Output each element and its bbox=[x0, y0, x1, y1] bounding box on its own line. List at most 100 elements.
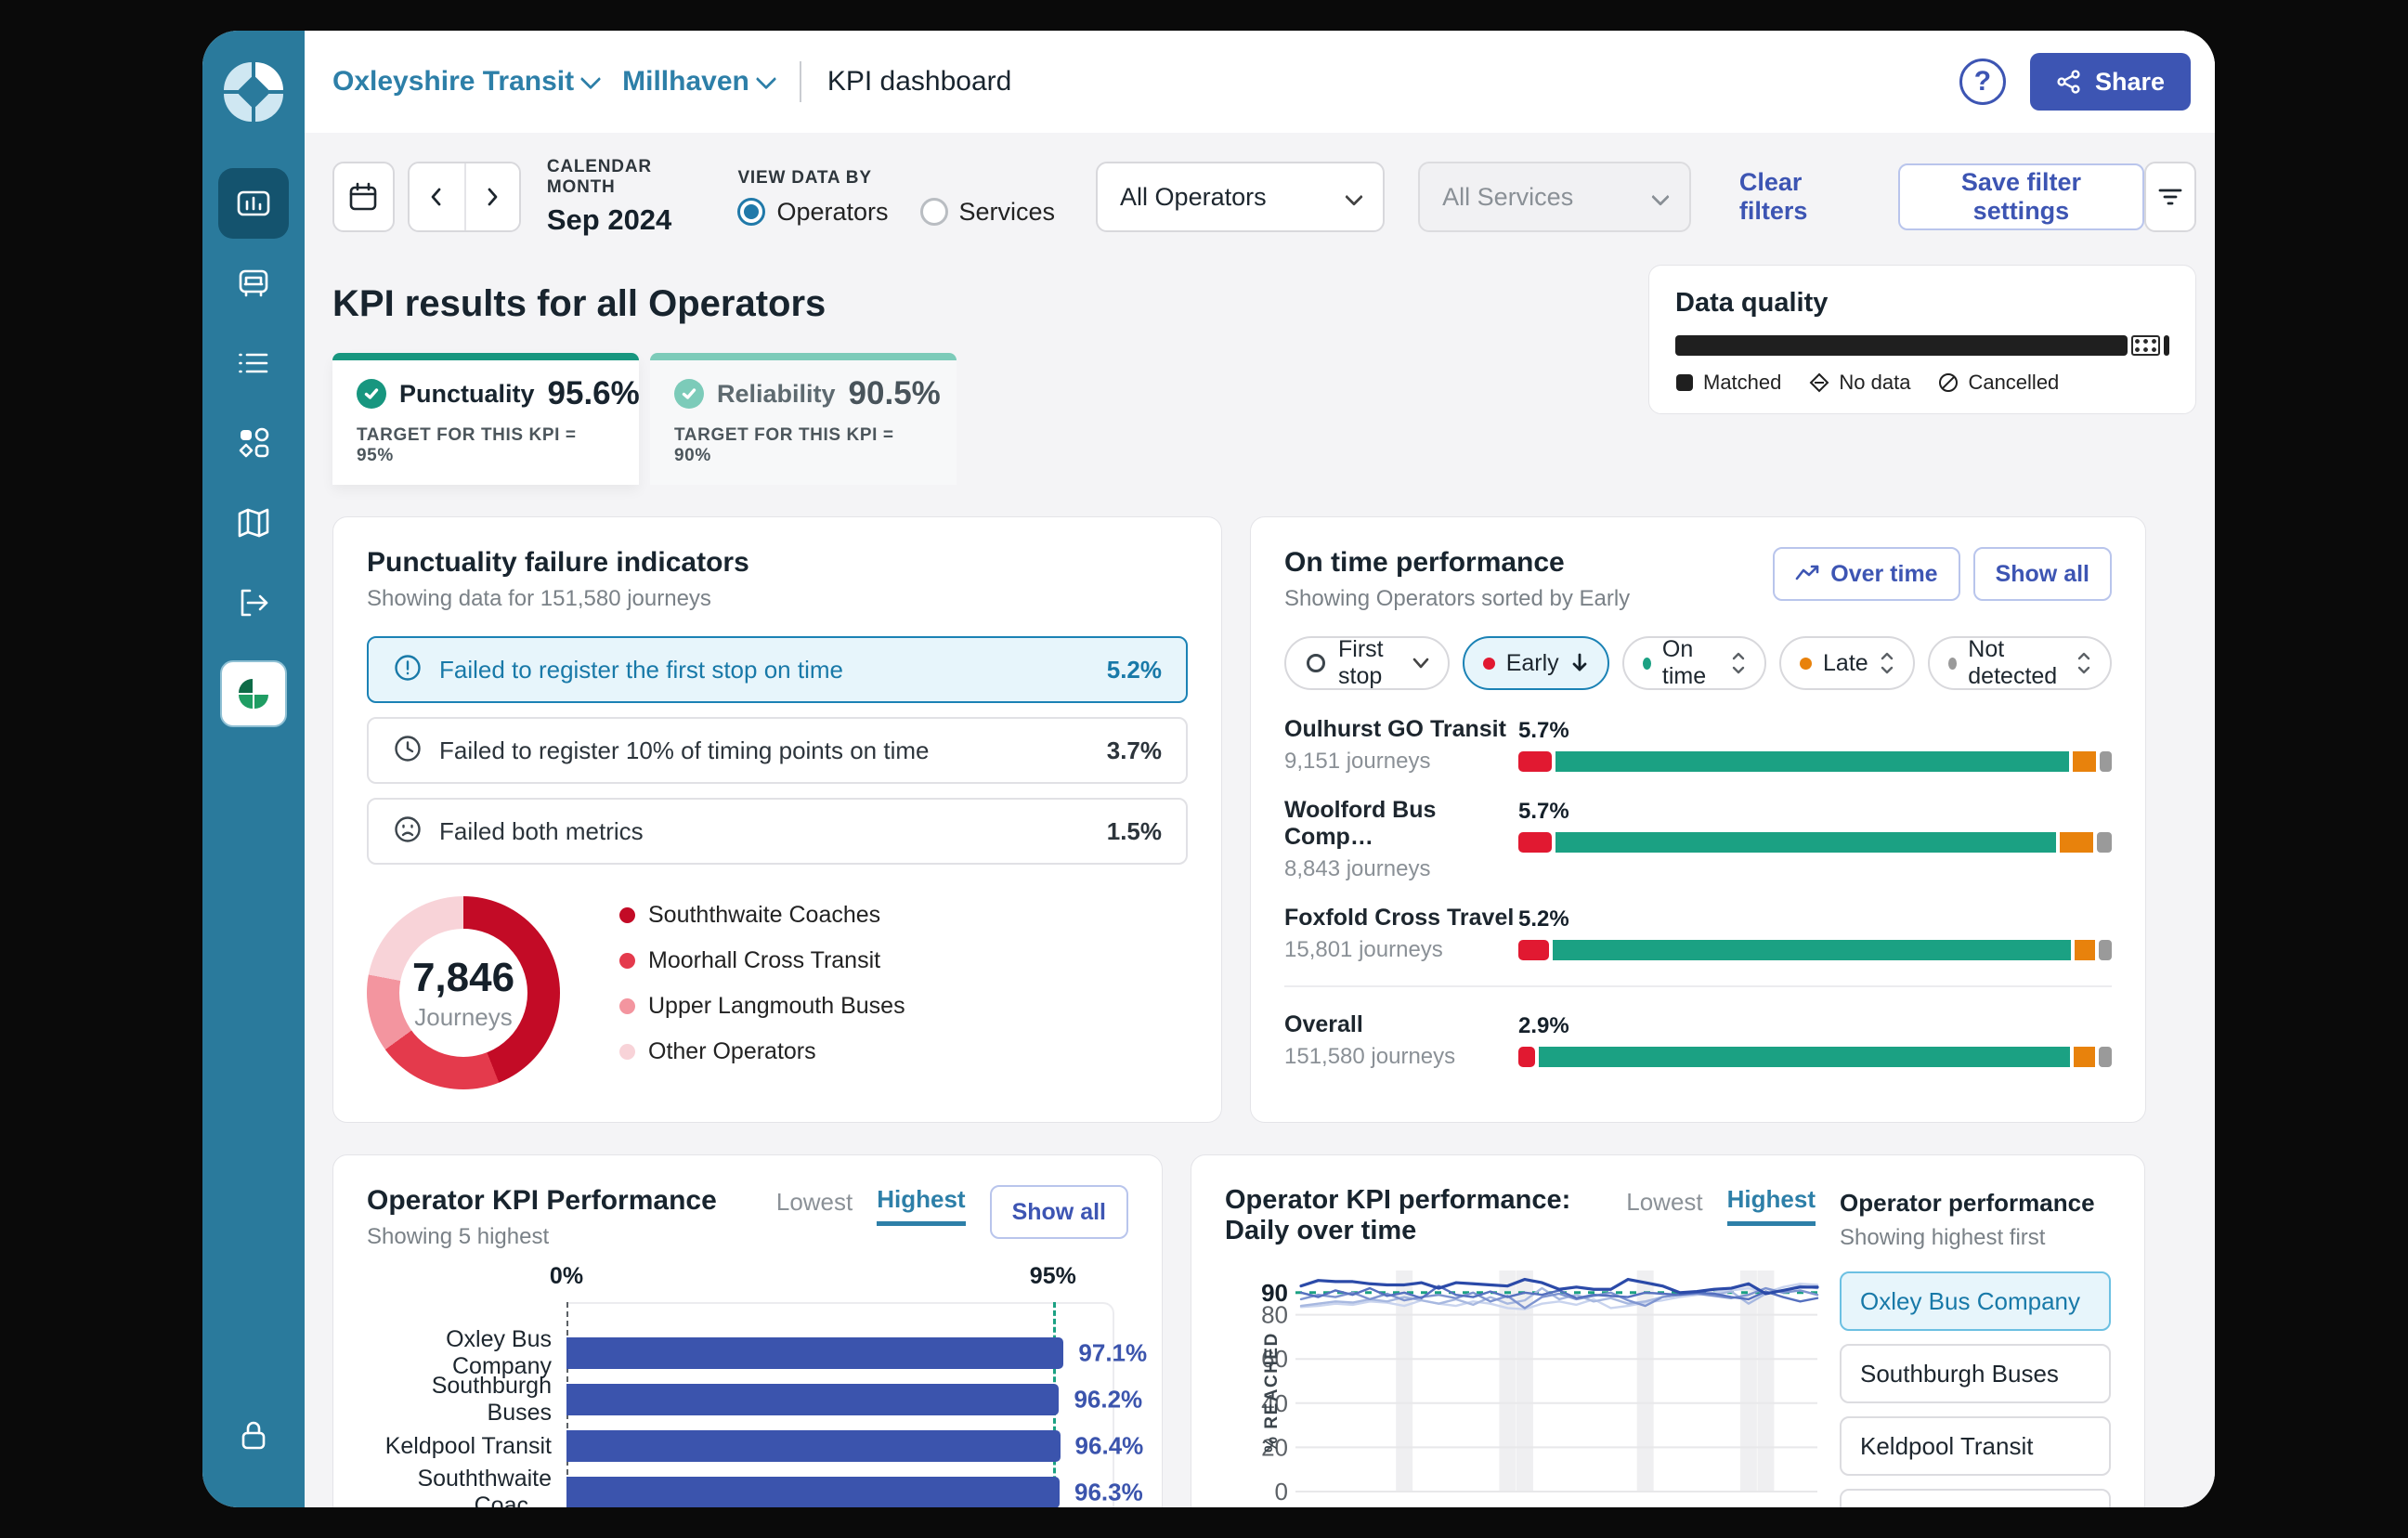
bar-segment-late bbox=[2075, 940, 2095, 960]
early-value: 5.2% bbox=[1518, 906, 2112, 932]
kpi-tabs: Punctuality 95.6% TARGET FOR THIS KPI = … bbox=[332, 353, 957, 485]
chip-on-time[interactable]: On time bbox=[1622, 636, 1766, 690]
failure-indicator-row[interactable]: Failed to register the first stop on tim… bbox=[367, 636, 1188, 703]
failure-indicator-row[interactable]: Failed both metrics1.5% bbox=[367, 798, 1188, 865]
operator-performance-title: Operator performance bbox=[1840, 1189, 2111, 1218]
tab-punctuality-label: Punctuality bbox=[399, 380, 535, 409]
failure-indicator-row[interactable]: Failed to register 10% of timing points … bbox=[367, 717, 1188, 784]
sidebar-item-lock[interactable] bbox=[218, 1400, 289, 1470]
failure-row-value: 1.5% bbox=[1107, 817, 1162, 846]
breadcrumb-area[interactable]: Millhaven bbox=[622, 66, 774, 98]
sidebar-item-categories[interactable] bbox=[218, 408, 289, 478]
chip-label: On time bbox=[1662, 636, 1720, 690]
sidebar bbox=[202, 31, 305, 1507]
bar-segment-on-time bbox=[1539, 1047, 2070, 1067]
ontime-show-all-button[interactable]: Show all bbox=[1973, 547, 2112, 601]
lock-icon bbox=[235, 1416, 272, 1453]
legend-dot-icon bbox=[619, 907, 635, 923]
operator-list-item[interactable]: Oxley Bus Company bbox=[1840, 1271, 2111, 1331]
filter-settings-button[interactable] bbox=[2144, 162, 2196, 232]
no-data-icon bbox=[1809, 372, 1829, 393]
share-button[interactable]: Share bbox=[2030, 53, 2191, 111]
calendar-month-label: CALENDAR MONTH bbox=[547, 157, 703, 198]
legend-cancelled: Cancelled bbox=[1938, 371, 2059, 395]
calendar-button[interactable] bbox=[332, 162, 395, 232]
failure-rows: Failed to register the first stop on tim… bbox=[367, 636, 1188, 865]
sidebar-item-dashboard[interactable] bbox=[218, 168, 289, 239]
chip-first-stop[interactable]: First stop bbox=[1284, 636, 1450, 690]
chip-late[interactable]: Late bbox=[1779, 636, 1915, 690]
x-tick-dow: We bbox=[1560, 1505, 1594, 1507]
sidebar-item-list[interactable] bbox=[218, 328, 289, 398]
operators-dropdown-value: All Operators bbox=[1120, 183, 1267, 212]
next-month-button[interactable] bbox=[464, 163, 519, 230]
over-time-label: Over time bbox=[1830, 561, 1937, 588]
help-button[interactable]: ? bbox=[1959, 59, 2006, 105]
toggle-highest[interactable]: Highest bbox=[1727, 1185, 1816, 1226]
failure-card-title: Punctuality failure indicators bbox=[367, 547, 1188, 579]
failure-row-label: Failed to register the first stop on tim… bbox=[439, 656, 843, 684]
dq-segment-no-data bbox=[2131, 335, 2159, 356]
breadcrumb-area-label: Millhaven bbox=[622, 66, 749, 98]
chip-early[interactable]: Early bbox=[1463, 636, 1609, 690]
chip-not-detected[interactable]: Not detected bbox=[1928, 636, 2112, 690]
divider bbox=[1284, 985, 2112, 987]
operator-journeys: 9,151 journeys bbox=[1284, 749, 1518, 775]
clear-filters-link[interactable]: Clear filters bbox=[1739, 168, 1859, 226]
ring-icon bbox=[1305, 652, 1327, 674]
chevron-down-icon bbox=[1412, 658, 1429, 669]
sort-updown-icon bbox=[1731, 651, 1746, 675]
sort-down-icon bbox=[1570, 653, 1589, 673]
tab-reliability[interactable]: Reliability 90.5% TARGET FOR THIS KPI = … bbox=[650, 353, 957, 485]
operators-dropdown[interactable]: All Operators bbox=[1096, 162, 1385, 232]
over-time-button[interactable]: Over time bbox=[1773, 547, 1959, 601]
operator-list-item[interactable]: Souththwaite Coaches bbox=[1840, 1489, 2111, 1507]
operator-name: Foxfold Cross Travel bbox=[1284, 905, 1518, 932]
operator-journeys: 151,580 journeys bbox=[1284, 1044, 1518, 1070]
tab-punctuality-value: 95.6% bbox=[548, 375, 640, 412]
ontime-operator-row: Woolford Bus Comp…8,843 journeys5.7% bbox=[1284, 797, 2112, 882]
services-dropdown-value: All Services bbox=[1442, 183, 1573, 212]
calendar-icon bbox=[346, 180, 380, 214]
operator-journeys: 15,801 journeys bbox=[1284, 937, 1518, 963]
status-dot-icon bbox=[1948, 658, 1958, 670]
bar-segment-not-detected bbox=[2100, 751, 2112, 772]
sidebar-item-logout[interactable] bbox=[218, 567, 289, 638]
radio-services[interactable]: Services bbox=[920, 198, 1056, 227]
failure-row-value: 3.7% bbox=[1107, 736, 1162, 765]
chevron-down-icon bbox=[756, 69, 777, 90]
stacked-bar bbox=[1518, 751, 2112, 772]
app-window: Oxleyshire Transit Millhaven KPI dashboa… bbox=[202, 31, 2215, 1507]
ontime-card-subtitle: Showing Operators sorted by Early bbox=[1284, 586, 1630, 612]
operator-name: Oulhurst GO Transit bbox=[1284, 716, 1518, 743]
prev-month-button[interactable] bbox=[410, 163, 464, 230]
legend-matched: Matched bbox=[1675, 371, 1781, 395]
toggle-lowest[interactable]: Lowest bbox=[776, 1188, 853, 1224]
x-tick-dow: Th bbox=[1701, 1505, 1727, 1507]
bar-segment-late bbox=[2060, 832, 2093, 853]
sidebar-item-vehicles[interactable] bbox=[218, 248, 289, 319]
operator-kpi-performance-card: Operator KPI Performance Showing 5 highe… bbox=[332, 1154, 1163, 1507]
donut-center-label: Journeys bbox=[414, 1003, 513, 1032]
radio-operators[interactable]: Operators bbox=[737, 198, 888, 227]
help-glyph: ? bbox=[1974, 66, 1991, 98]
operator-list-item[interactable]: Southburgh Buses bbox=[1840, 1344, 2111, 1403]
save-filter-settings-button[interactable]: Save filter settings bbox=[1898, 163, 2144, 230]
operator-list-item[interactable]: Keldpool Transit bbox=[1840, 1416, 2111, 1476]
bar-segment-not-detected bbox=[2099, 940, 2112, 960]
barchart-show-all-button[interactable]: Show all bbox=[990, 1185, 1128, 1239]
breadcrumb-org[interactable]: Oxleyshire Transit bbox=[332, 66, 598, 98]
toggle-lowest[interactable]: Lowest bbox=[1626, 1188, 1702, 1224]
toggle-highest[interactable]: Highest bbox=[877, 1185, 965, 1226]
tab-punctuality[interactable]: Punctuality 95.6% TARGET FOR THIS KPI = … bbox=[332, 353, 639, 485]
daily-over-time-card: Operator KPI performance: Daily over tim… bbox=[1191, 1154, 2145, 1507]
map-icon bbox=[235, 504, 272, 541]
sidebar-app-shortcut[interactable] bbox=[220, 660, 287, 727]
chevron-down-icon bbox=[1345, 188, 1363, 206]
services-dropdown[interactable]: All Services bbox=[1418, 162, 1691, 232]
sidebar-item-map[interactable] bbox=[218, 488, 289, 558]
donut-legend: Souththwaite CoachesMoorhall Cross Trans… bbox=[619, 902, 905, 1084]
operator-list-label: Southburgh Buses bbox=[1860, 1360, 2059, 1388]
failure-row-label: Failed to register 10% of timing points … bbox=[439, 736, 929, 765]
legend-matched-label: Matched bbox=[1703, 371, 1781, 395]
